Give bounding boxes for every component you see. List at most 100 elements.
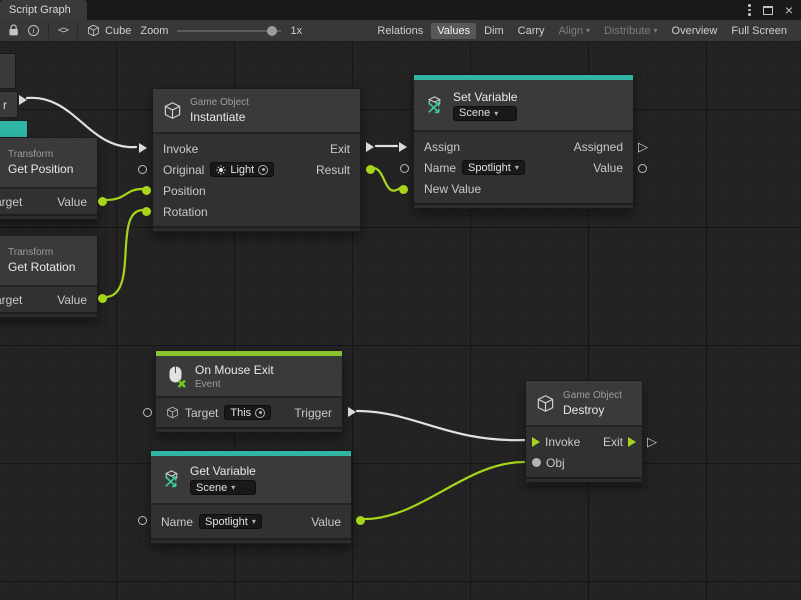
port-value-out[interactable] [98, 197, 107, 206]
object-picker-icon[interactable] [258, 165, 268, 175]
port-name-in[interactable] [400, 164, 409, 173]
original-object-field[interactable]: Light [210, 162, 274, 177]
port-value-out[interactable] [356, 516, 365, 525]
port-exit-out-marker[interactable]: ▷ [647, 435, 657, 448]
port-label-value: Value [311, 515, 341, 529]
node-on-mouse-exit[interactable]: On Mouse Exit Event Target This Trigger [155, 350, 343, 433]
port-invoke-in[interactable] [532, 437, 540, 447]
tab-script-graph[interactable]: Script Graph [0, 0, 87, 20]
node-category: Transform [8, 247, 75, 258]
carry-button[interactable]: Carry [512, 23, 551, 39]
port-label-result: Result [316, 163, 350, 177]
port-assign-in[interactable] [399, 142, 407, 152]
wire-layer [0, 42, 801, 600]
port-label-rotation: Rotation [163, 205, 208, 219]
maximize-icon[interactable] [763, 6, 773, 15]
port-trigger-out[interactable] [348, 407, 356, 417]
target-object-field[interactable]: This [224, 405, 271, 420]
node-body: Name Spotlight ▾ Value [151, 503, 351, 538]
port-name-in[interactable] [138, 516, 147, 525]
graph-target-chip[interactable]: Cube [87, 24, 131, 37]
window-menu-icon[interactable] [748, 4, 751, 16]
port-exit-out[interactable] [366, 142, 374, 152]
values-button[interactable]: Values [431, 23, 476, 39]
port-value-out[interactable] [98, 294, 107, 303]
graph-canvas[interactable]: r Transform Get Position Target Value Tr… [0, 42, 801, 600]
fullscreen-button[interactable]: Full Screen [725, 23, 793, 39]
node-body: Target This Trigger [156, 396, 342, 427]
object-picker-icon[interactable] [255, 408, 265, 418]
gameobject-icon [166, 406, 179, 419]
variable-icon [161, 469, 182, 490]
port-exit-out[interactable] [628, 437, 636, 447]
port-assigned-out[interactable]: ▷ [638, 140, 648, 153]
node-instantiate[interactable]: Game Object Instantiate Invoke Exit Orig… [152, 88, 361, 232]
cube-icon [163, 101, 182, 120]
port-rotation-in[interactable] [142, 207, 151, 216]
port-label-invoke: Invoke [163, 142, 198, 156]
zoom-slider-track[interactable] [177, 30, 281, 32]
port-obj-in[interactable] [532, 458, 541, 467]
zoom-slider-knob[interactable] [267, 26, 277, 36]
overview-button[interactable]: Overview [666, 23, 724, 39]
wire-position-value[interactable] [105, 189, 143, 200]
wire-value-to-obj[interactable] [363, 462, 524, 519]
variable-scope-dropdown[interactable]: Scene ▾ [190, 480, 256, 495]
node-footer [0, 312, 97, 317]
node-body: Target Value [0, 285, 97, 312]
variable-name-dropdown[interactable]: Spotlight ▾ [462, 160, 525, 175]
lock-icon[interactable] [8, 24, 19, 37]
node-footer [414, 203, 633, 208]
node-get-variable[interactable]: Get Variable Scene ▾ Name Spotlight ▾ Va… [150, 450, 352, 544]
align-button[interactable]: Align▾ [553, 23, 596, 39]
wire-result-to-newvalue[interactable] [373, 168, 400, 191]
distribute-button[interactable]: Distribute▾ [598, 23, 663, 39]
window-controls: × [748, 0, 801, 20]
wire-rotation-value[interactable] [105, 210, 143, 297]
zoom-label: Zoom [140, 25, 168, 37]
zoom-slider[interactable] [177, 25, 281, 37]
port-invoke-in[interactable] [139, 143, 147, 153]
node-footer [526, 477, 642, 482]
node-destroy[interactable]: Game Object Destroy Invoke Exit Obj ▷ [525, 380, 643, 483]
node-get-position[interactable]: Transform Get Position Target Value [0, 137, 98, 220]
wire-trigger-to-invoke[interactable] [357, 411, 527, 440]
node-get-rotation[interactable]: Transform Get Rotation Target Value [0, 235, 98, 318]
node-title: On Mouse Exit [195, 363, 274, 377]
edit-graph-icon[interactable]: <> [58, 25, 68, 36]
zoom-value: 1x [290, 25, 302, 37]
port-label-target: Target [185, 406, 218, 420]
port-label-assigned: Assigned [574, 140, 623, 154]
node-header: Game Object Instantiate [153, 89, 360, 132]
port-label-value: Value [593, 161, 623, 175]
node-body: Target Value [0, 187, 97, 214]
port-label-obj: Obj [546, 456, 565, 470]
node-title: Instantiate [190, 110, 249, 124]
info-icon[interactable]: i [28, 25, 39, 36]
variable-name-dropdown[interactable]: Spotlight ▾ [199, 514, 262, 529]
port-new-value-in[interactable] [399, 185, 408, 194]
variable-icon [424, 95, 445, 116]
variable-scope-dropdown[interactable]: Scene ▾ [453, 106, 517, 121]
graph-toolbar: i <> Cube Zoom 1x Relations Values Dim C… [0, 20, 801, 42]
clipped-node-fragment[interactable]: r [0, 91, 18, 118]
close-icon[interactable]: × [785, 3, 793, 17]
node-category: Game Object [563, 390, 622, 401]
original-object-value: Light [230, 164, 254, 176]
dim-button[interactable]: Dim [478, 23, 510, 39]
relations-button[interactable]: Relations [371, 23, 429, 39]
node-header: On Mouse Exit Event [156, 356, 342, 396]
port-out-arrow[interactable] [19, 95, 27, 105]
node-header: Transform Get Rotation [0, 236, 97, 285]
clipped-node-fragment[interactable] [0, 53, 16, 89]
port-original-in[interactable] [138, 165, 147, 174]
port-position-in[interactable] [142, 186, 151, 195]
port-value-out[interactable] [638, 164, 647, 173]
node-set-variable[interactable]: Set Variable Scene ▾ Assign Assigned Nam… [413, 74, 634, 209]
chevron-down-icon: ▾ [231, 483, 235, 492]
chevron-down-icon: ▾ [654, 26, 658, 35]
window-tab-bar: Script Graph × [0, 0, 801, 20]
port-target-in[interactable] [143, 408, 152, 417]
port-result-out[interactable] [366, 165, 375, 174]
graph-target-label: Cube [105, 25, 131, 37]
